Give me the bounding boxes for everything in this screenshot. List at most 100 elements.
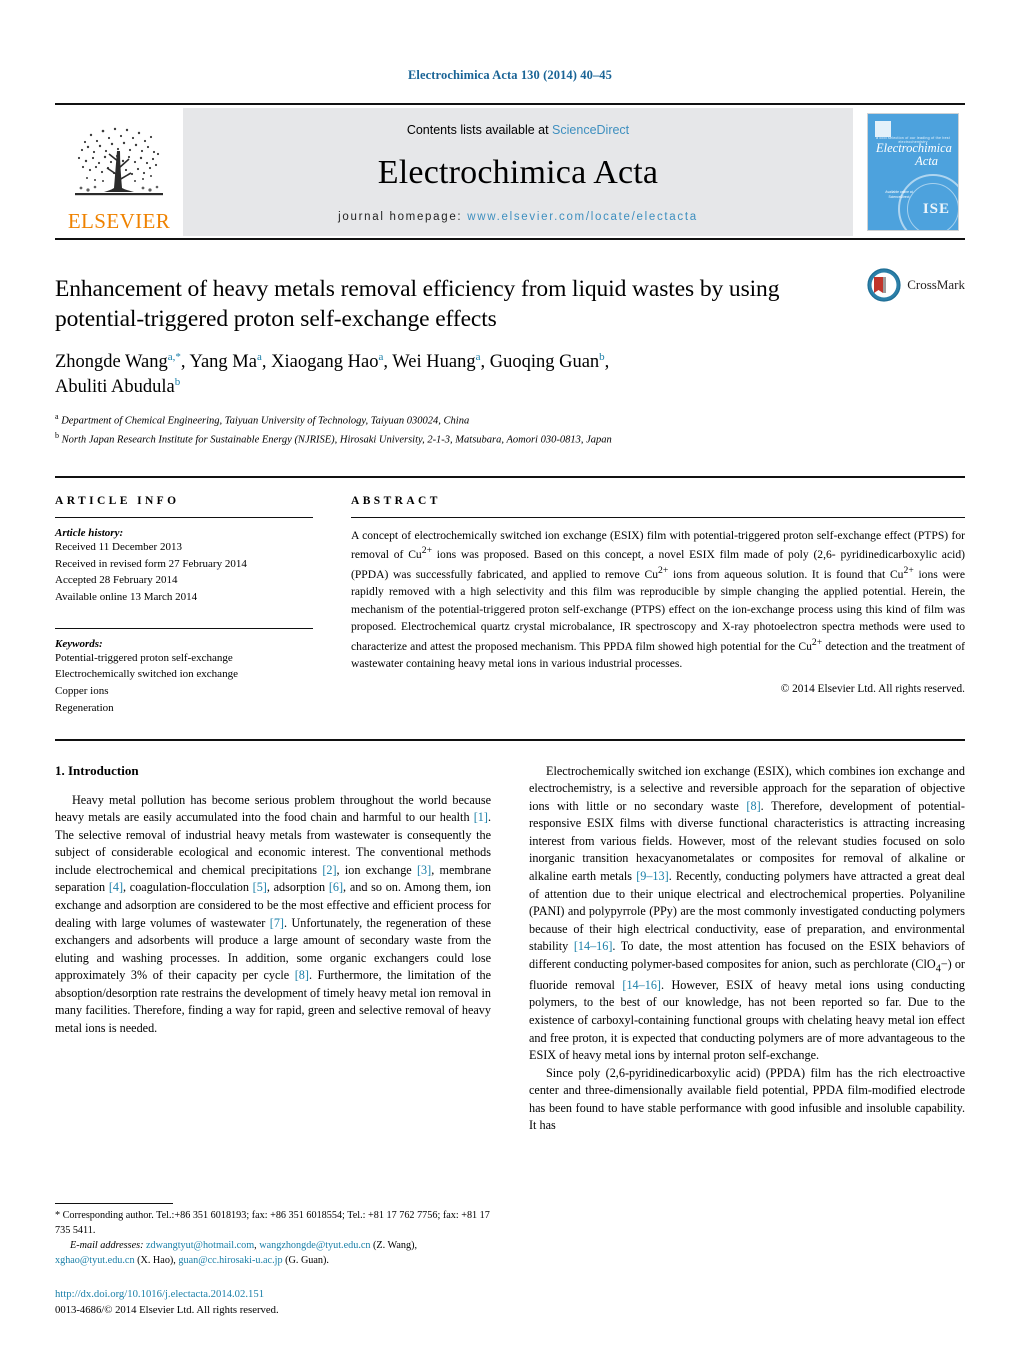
email-link[interactable]: zdwangtyut@hotmail.com	[146, 1240, 254, 1251]
corresponding-author-note: * Corresponding author. Tel.:+86 351 601…	[55, 1209, 491, 1239]
masthead-top-rule	[55, 103, 965, 105]
keywords-list: Potential-triggered proton self-exchange…	[55, 650, 313, 717]
doi-link[interactable]: http://dx.doi.org/10.1016/j.electacta.20…	[55, 1288, 264, 1300]
cover-title-line2: Acta	[915, 154, 938, 169]
citation-link[interactable]: [7]	[270, 916, 284, 930]
article-page: Electrochimica Acta 130 (2014) 40–45 ELS…	[0, 0, 1020, 1351]
email-link[interactable]: wangzhongde@tyut.edu.cn	[259, 1240, 370, 1251]
article-history-list: Received 11 December 2013 Received in re…	[55, 539, 313, 606]
body-paragraph: Since poly (2,6-pyridinedicarboxylic aci…	[529, 1065, 965, 1133]
footnote-block: * Corresponding author. Tel.:+86 351 601…	[55, 1203, 491, 1317]
email-link[interactable]: xghao@tyut.edu.cn	[55, 1255, 135, 1266]
cover-title-line1: Electrochimica	[876, 141, 952, 155]
history-item: Received in revised form 27 February 201…	[55, 557, 247, 570]
keyword-item: Regeneration	[55, 701, 114, 714]
abstract-column: ABSTRACT A concept of electrochemically …	[351, 495, 965, 717]
email-label: E-mail addresses:	[70, 1239, 144, 1251]
keywords-block: Keywords: Potential-triggered proton sel…	[55, 627, 313, 717]
keyword-item: Copper ions	[55, 685, 109, 698]
elsevier-logo: ELSEVIER	[55, 108, 183, 236]
citation-link[interactable]: [5]	[253, 880, 267, 894]
issn-copyright-line: 0013-4686/© 2014 Elsevier Ltd. All right…	[55, 1303, 279, 1316]
email-suffix: (G. Guan).	[282, 1254, 329, 1266]
abstract-text: A concept of electrochemically switched …	[351, 527, 965, 673]
corresponding-author-text: * Corresponding author. Tel.:+86 351 601…	[55, 1210, 490, 1237]
journal-masthead: ELSEVIER Contents lists available at Sci…	[55, 108, 965, 236]
journal-homepage-line: journal homepage: www.elsevier.com/locat…	[338, 211, 698, 223]
page-title: Enhancement of heavy metals removal effi…	[55, 276, 780, 333]
author-affil-marker: a	[475, 351, 481, 364]
citation-link[interactable]: [8]	[295, 968, 309, 982]
author-affil-marker: a	[256, 351, 262, 364]
running-head: Electrochimica Acta 130 (2014) 40–45	[407, 68, 613, 82]
citation-link[interactable]: [1]	[474, 810, 488, 824]
abstract-copyright: © 2014 Elsevier Ltd. All rights reserved…	[780, 683, 965, 696]
footnote-rule	[55, 1203, 173, 1205]
author-list: Zhongde Wanga,*, Yang Maa, Xiaogang Haoa…	[55, 351, 610, 398]
history-item: Accepted 28 February 2014	[55, 574, 178, 587]
author-affil-marker: b	[599, 351, 605, 364]
journal-title: Electrochimica Acta	[377, 154, 659, 191]
body-paragraph: Electrochemically switched ion exchange …	[529, 763, 966, 1063]
homepage-label: journal homepage:	[338, 211, 463, 223]
homepage-url[interactable]: www.elsevier.com/locate/electacta	[467, 211, 698, 223]
keywords-label: Keywords:	[55, 637, 103, 650]
article-info-column: ARTICLE INFO Article history: Received 1…	[55, 495, 313, 717]
citation-link[interactable]: [14–16]	[622, 978, 661, 992]
journal-band: Contents lists available at ScienceDirec…	[183, 108, 853, 236]
citation-link[interactable]: [2]	[322, 863, 336, 877]
info-abstract-block: ARTICLE INFO Article history: Received 1…	[55, 478, 965, 717]
elsevier-wordmark: ELSEVIER	[67, 209, 171, 233]
contents-prefix: Contents lists available at	[406, 123, 553, 137]
history-item: Received 11 December 2013	[55, 540, 182, 553]
citation-link[interactable]: [6]	[329, 880, 343, 894]
citation-link[interactable]: [8]	[746, 799, 760, 813]
citation-link[interactable]: [3]	[417, 863, 431, 877]
cover-journal-name: Electrochimica Acta	[876, 141, 952, 169]
crossmark-icon	[867, 268, 901, 302]
body-column-left: 1. Introduction Heavy metal pollution ha…	[55, 763, 491, 1318]
history-item: Available online 13 March 2014	[55, 591, 198, 603]
abstract-kicker: ABSTRACT	[351, 494, 441, 507]
citation-link[interactable]: [14–16]	[574, 939, 613, 953]
affiliation-a-text: Department of Chemical Engineering, Taiy…	[61, 415, 470, 427]
crossmark-badge[interactable]: CrossMark	[867, 268, 965, 302]
affiliation-b: b North Japan Research Institute for Sus…	[55, 431, 612, 446]
email-suffix: (X. Hao),	[134, 1254, 176, 1266]
article-head: Enhancement of heavy metals removal effi…	[55, 240, 965, 448]
keyword-item: Electrochemically switched ion exchange	[55, 668, 238, 681]
article-info-kicker: ARTICLE INFO	[55, 494, 180, 507]
journal-cover-thumbnail[interactable]: a cool selection of our leading of the b…	[861, 108, 965, 236]
affiliation-a: a Department of Chemical Engineering, Ta…	[55, 412, 470, 427]
cover-image: a cool selection of our leading of the b…	[867, 113, 959, 231]
doi-block: http://dx.doi.org/10.1016/j.electacta.20…	[55, 1286, 491, 1318]
affiliation-b-text: North Japan Research Institute for Susta…	[61, 434, 612, 446]
body-column-right: Electrochemically switched ion exchange …	[529, 763, 965, 1318]
author-affil-marker: a	[378, 351, 384, 364]
article-info-rule	[55, 516, 313, 518]
body-paragraph: Heavy metal pollution has become serious…	[55, 792, 491, 1035]
keyword-item: Potential-triggered proton self-exchange	[55, 651, 233, 664]
abstract-paragraph: A concept of electrochemically switched …	[351, 528, 966, 670]
intro-left-text: Heavy metal pollution has become serious…	[55, 792, 491, 1038]
cover-seal-text: ISE	[922, 201, 950, 217]
keywords-rule	[55, 627, 313, 629]
sciencedirect-link[interactable]: ScienceDirect	[552, 123, 629, 137]
email-suffix: ,	[254, 1239, 257, 1251]
citation-link[interactable]: [9–13]	[636, 869, 669, 883]
email-note: E-mail addresses: zdwangtyut@hotmail.com…	[55, 1239, 491, 1269]
section-heading-introduction: 1. Introduction	[55, 762, 139, 778]
author-affil-marker: b	[174, 376, 181, 389]
author-affil-marker: a,*	[167, 351, 181, 364]
elsevier-tree-icon	[75, 127, 163, 196]
contents-list-line: Contents lists available at ScienceDirec…	[407, 123, 629, 137]
email-suffix: (Z. Wang),	[370, 1239, 418, 1251]
article-history-label: Article history:	[55, 526, 124, 539]
body-columns: 1. Introduction Heavy metal pollution ha…	[55, 741, 965, 1318]
cover-elsevier-mark-icon	[875, 121, 891, 137]
citation-link[interactable]: [4]	[109, 880, 123, 894]
affiliations: a Department of Chemical Engineering, Ta…	[55, 411, 965, 447]
email-link[interactable]: guan@cc.hirosaki-u.ac.jp	[178, 1255, 282, 1266]
intro-right-text: Electrochemically switched ion exchange …	[529, 763, 965, 1135]
abstract-rule	[351, 516, 965, 518]
